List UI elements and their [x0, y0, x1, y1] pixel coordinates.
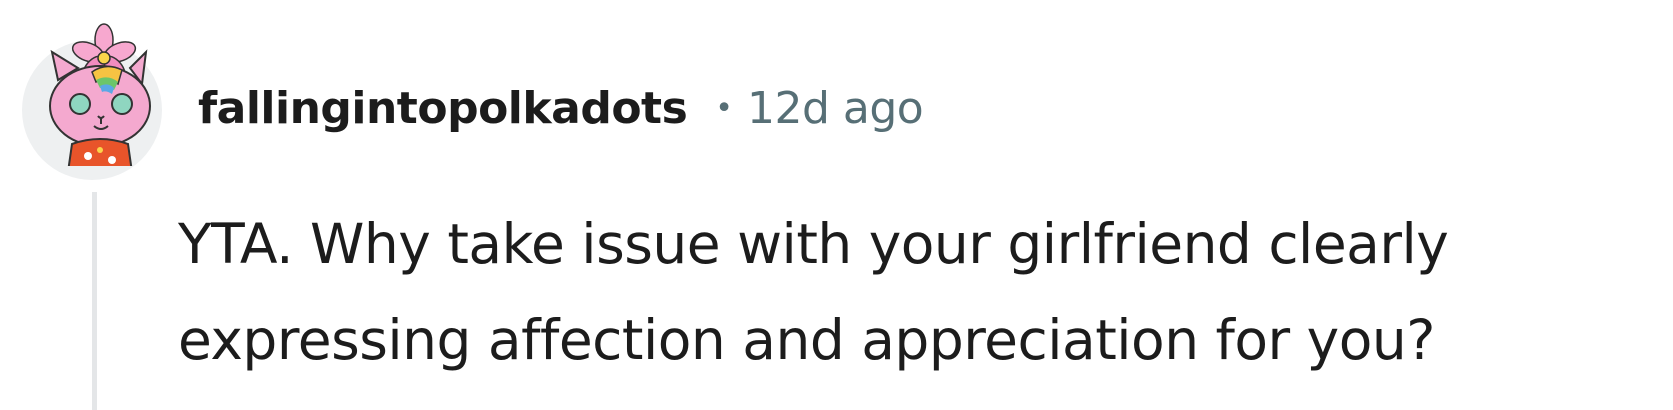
author-username[interactable]: fallingintopolkadots	[198, 83, 688, 134]
comment-body: YTA. Why take issue with your girlfriend…	[178, 196, 1638, 388]
comment-body-line: expressing affection and appreciation fo…	[178, 308, 1435, 372]
comment-timestamp[interactable]: 12d ago	[747, 83, 924, 134]
snoo-avatar-icon	[49, 23, 151, 166]
comment-body-line: YTA. Why take issue with your girlfriend…	[178, 212, 1449, 276]
meta-separator: •	[715, 90, 733, 126]
comment-meta: fallingintopolkadots • 12d ago	[198, 78, 924, 138]
thread-line[interactable]	[92, 192, 97, 410]
user-avatar[interactable]	[22, 22, 166, 180]
comment: fallingintopolkadots • 12d ago YTA. Why …	[0, 0, 1673, 410]
